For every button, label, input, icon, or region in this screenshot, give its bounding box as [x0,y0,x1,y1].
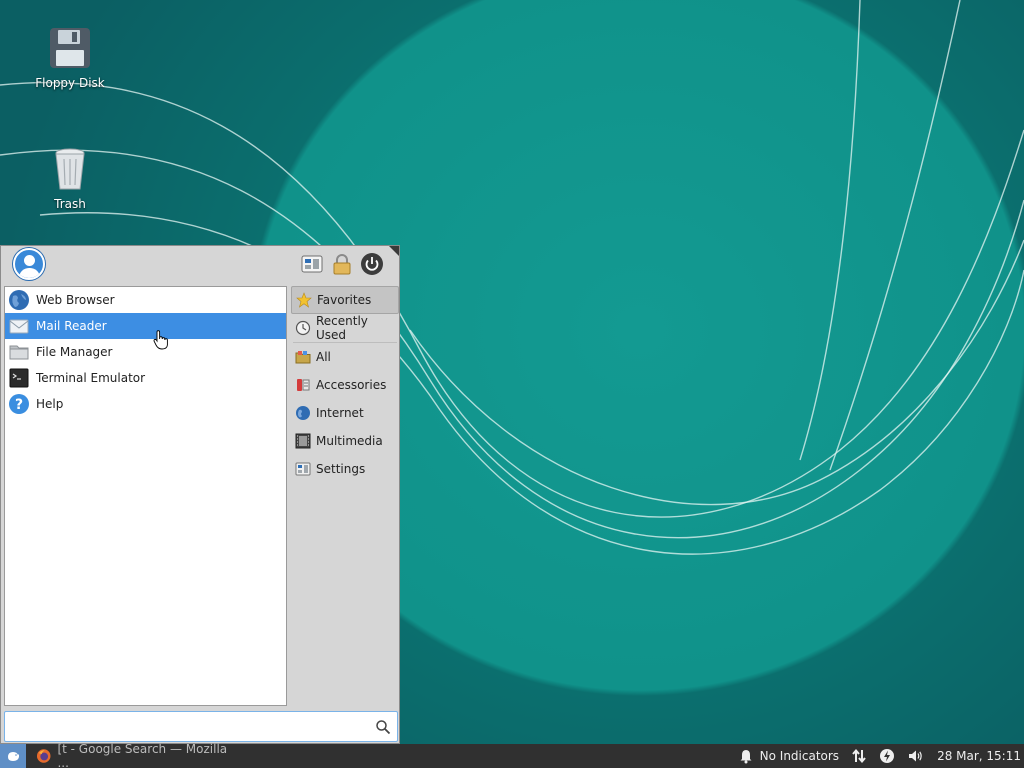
log-out-button[interactable] [360,252,384,276]
lock-icon [333,254,351,275]
trash-icon [55,148,85,190]
category-all[interactable]: All [291,343,399,371]
terminal-icon [9,368,29,388]
settings-manager-icon [301,255,323,273]
category-list: Favorites Recently Used All Accessories … [291,286,399,483]
menu-resize-corner[interactable] [389,246,399,256]
favorites-app-list: Web Browser Mail Reader File Manager Ter… [4,286,287,706]
category-label: Internet [316,406,364,420]
category-label: Favorites [317,293,372,307]
user-avatar[interactable] [13,248,45,280]
app-item-terminal-emulator[interactable]: Terminal Emulator [5,365,286,391]
category-accessories[interactable]: Accessories [291,371,399,399]
application-menu: Web Browser Mail Reader File Manager Ter… [0,245,400,744]
category-recently-used[interactable]: Recently Used [291,314,399,342]
settings-icon [295,462,311,476]
app-item-file-manager[interactable]: File Manager [5,339,286,365]
category-label: Accessories [316,378,387,392]
help-icon: ? [9,394,29,414]
firefox-icon [36,749,51,763]
system-tray: No Indicators 28 Mar, 15:11 [732,744,1024,768]
category-label: All [316,350,331,364]
desktop-icon-floppy-disk[interactable]: Floppy Disk [20,24,120,90]
star-icon [296,292,312,308]
category-internet[interactable]: Internet [291,399,399,427]
app-item-mail-reader[interactable]: Mail Reader [5,313,286,339]
mail-reader-icon [9,319,29,334]
indicators-label[interactable]: No Indicators [760,749,839,763]
accessories-icon [297,379,310,391]
file-manager-icon [9,345,29,360]
taskbar-window-title: [t - Google Search — Mozilla ... [57,742,228,768]
desktop-icon-label: Trash [54,197,86,211]
floppy-disk-icon [50,28,90,68]
settings-manager-button[interactable] [300,252,324,276]
web-browser-icon [9,290,29,310]
taskbar-window-button[interactable]: [t - Google Search — Mozilla ... [36,742,236,768]
search-icon [376,720,391,735]
notification-bell-icon[interactable] [738,748,754,764]
category-multimedia[interactable]: Multimedia [291,427,399,455]
app-item-help[interactable]: ? Help [5,391,286,417]
power-manager-icon[interactable] [879,748,895,764]
app-item-label: File Manager [36,345,113,359]
category-label: Recently Used [316,314,368,342]
svg-text:?: ? [15,397,23,413]
applications-menu-button[interactable] [0,744,26,768]
category-label: Multimedia [316,434,383,448]
app-item-web-browser[interactable]: Web Browser [5,287,286,313]
search-input[interactable] [9,716,369,737]
taskbar: [t - Google Search — Mozilla ... No Indi… [0,742,1024,768]
app-item-label: Web Browser [36,293,115,307]
power-icon [361,253,383,275]
category-favorites[interactable]: Favorites [291,286,399,314]
search-box [4,711,398,742]
folder-icon [295,351,311,364]
multimedia-icon [295,433,311,449]
network-transfer-icon[interactable] [851,748,867,764]
xfce-mouse-icon [8,752,19,761]
clock[interactable]: 28 Mar, 15:11 [937,749,1021,763]
lock-screen-button[interactable] [330,252,354,276]
desktop-icon-trash[interactable]: Trash [20,145,120,211]
volume-icon[interactable] [907,748,923,764]
app-item-label: Terminal Emulator [36,371,146,385]
app-item-label: Mail Reader [36,319,107,333]
category-settings[interactable]: Settings [291,455,399,483]
desktop-icon-label: Floppy Disk [35,76,105,90]
globe-icon [296,406,310,420]
history-icon [295,320,311,336]
category-label: Settings [316,462,366,476]
app-item-label: Help [36,397,64,411]
